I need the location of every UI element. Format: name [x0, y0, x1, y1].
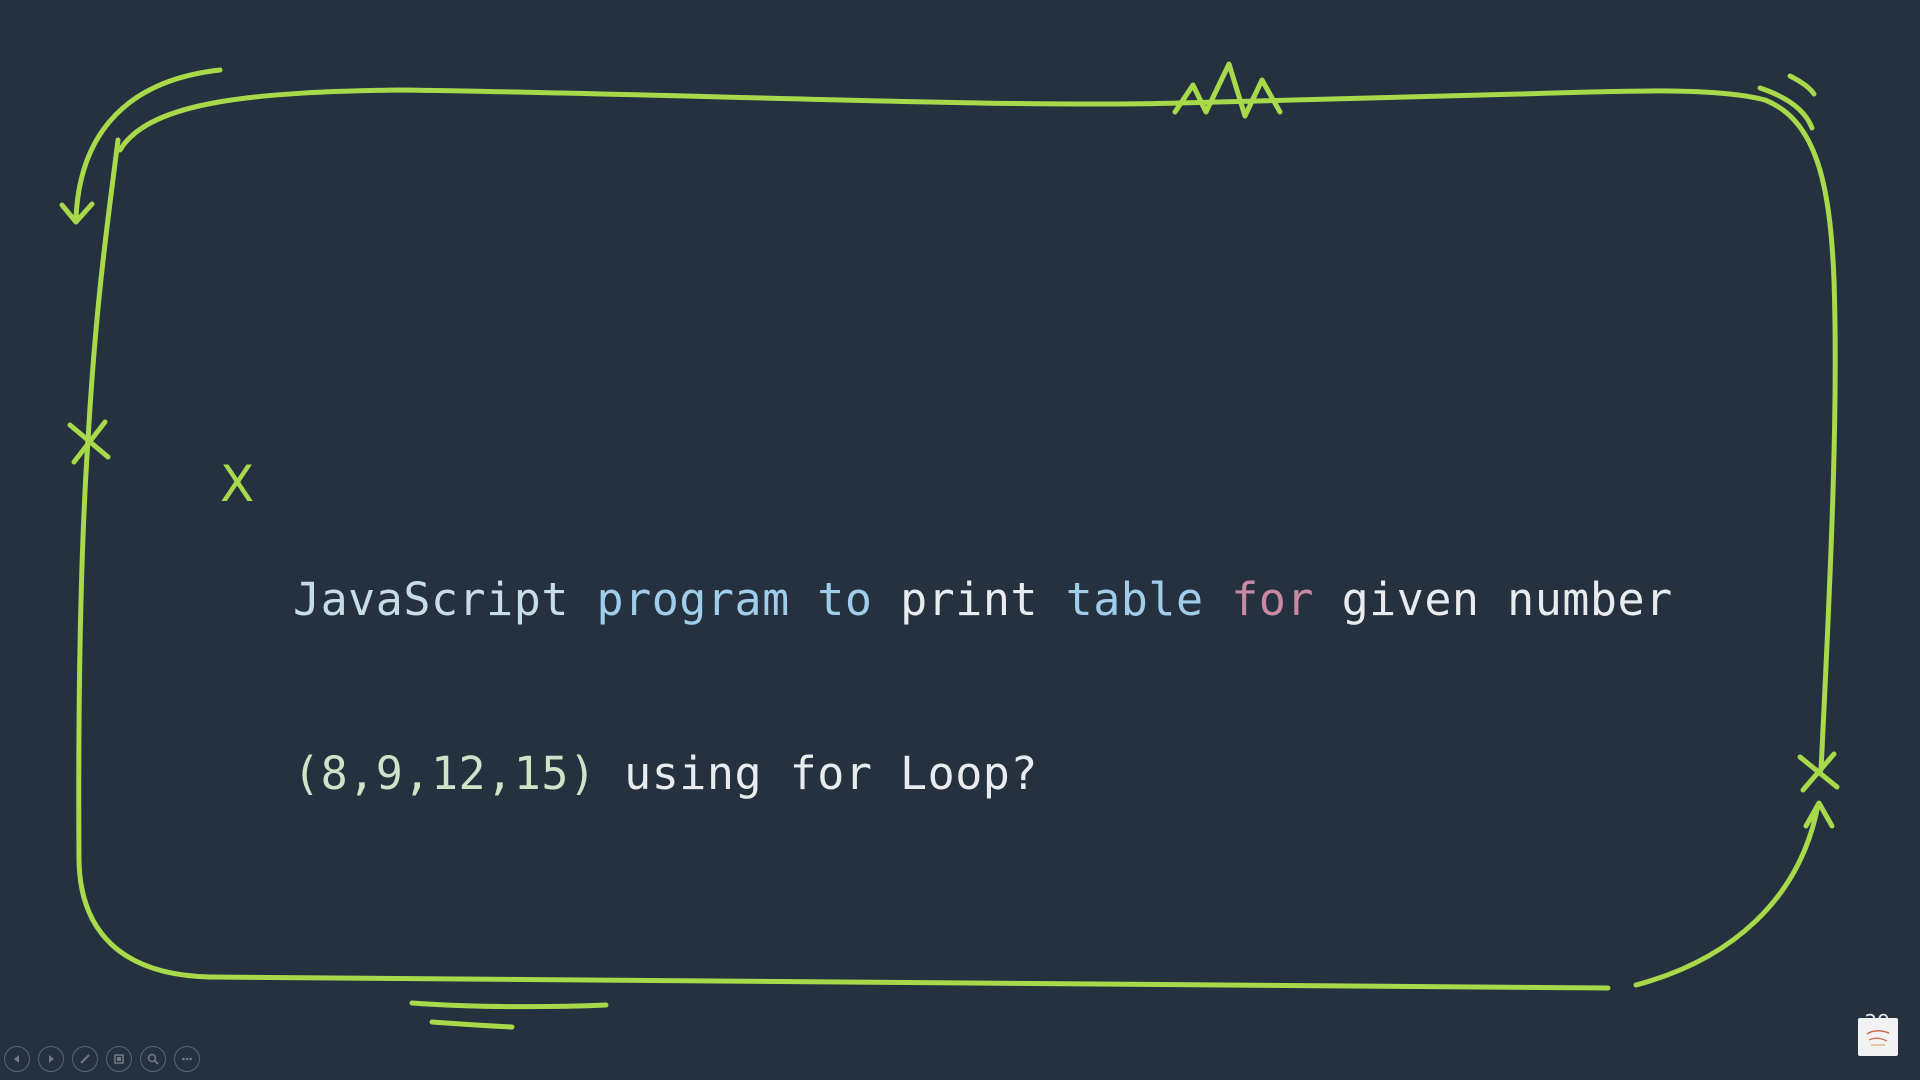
- zoom-button[interactable]: [140, 1046, 166, 1072]
- next-icon: [49, 1055, 54, 1063]
- question-line-1: JavaScript program to print table for gi…: [293, 571, 1673, 629]
- question-word: program: [596, 573, 790, 626]
- logo-icon: [1866, 1030, 1890, 1046]
- question-word: given number: [1341, 573, 1673, 626]
- see-all-slides-button[interactable]: [106, 1046, 132, 1072]
- previous-slide-button[interactable]: [4, 1046, 30, 1072]
- question-word: print: [900, 573, 1039, 626]
- question-word: using for Loop?: [624, 747, 1038, 800]
- frame-bottom-underline: [409, 1000, 609, 1010]
- pen-icon: [80, 1054, 90, 1064]
- slides-grid-icon: [114, 1054, 124, 1064]
- slide-canvas: X JavaScript program to print table for …: [0, 0, 1920, 1080]
- more-options-button[interactable]: [174, 1046, 200, 1072]
- frame-topright-arcs: [1757, 85, 1815, 131]
- frame-top-line: [117, 87, 1837, 283]
- pen-tool-button[interactable]: [72, 1046, 98, 1072]
- next-slide-button[interactable]: [38, 1046, 64, 1072]
- frame-right-line: [1818, 277, 1838, 773]
- frame-left-line: [76, 137, 213, 980]
- presentation-toolbar: [4, 1044, 200, 1074]
- previous-icon: [14, 1055, 19, 1063]
- question-text-block: X JavaScript program to print table for …: [220, 455, 1672, 800]
- question-word: JavaScript: [293, 573, 569, 626]
- bullet-x-icon: X: [220, 455, 255, 513]
- more-options-icon: [182, 1057, 192, 1061]
- frame-right-x: [1797, 751, 1840, 793]
- frame-bottom-line: [207, 974, 1611, 991]
- question-word: to: [817, 573, 873, 626]
- frame-topleft-arrow: [73, 67, 223, 221]
- question-lines: JavaScript program to print table for gi…: [293, 455, 1673, 919]
- frame-top-zigzag: [1172, 61, 1283, 119]
- channel-logo: [1858, 1018, 1898, 1056]
- question-keyword: for: [1231, 573, 1314, 626]
- question-word: table: [1065, 573, 1204, 626]
- question-line-2: (8,9,12,15) using for Loop?: [293, 745, 1673, 803]
- question-numbers: (8,9,12,15): [293, 747, 597, 800]
- zoom-icon: [147, 1053, 159, 1065]
